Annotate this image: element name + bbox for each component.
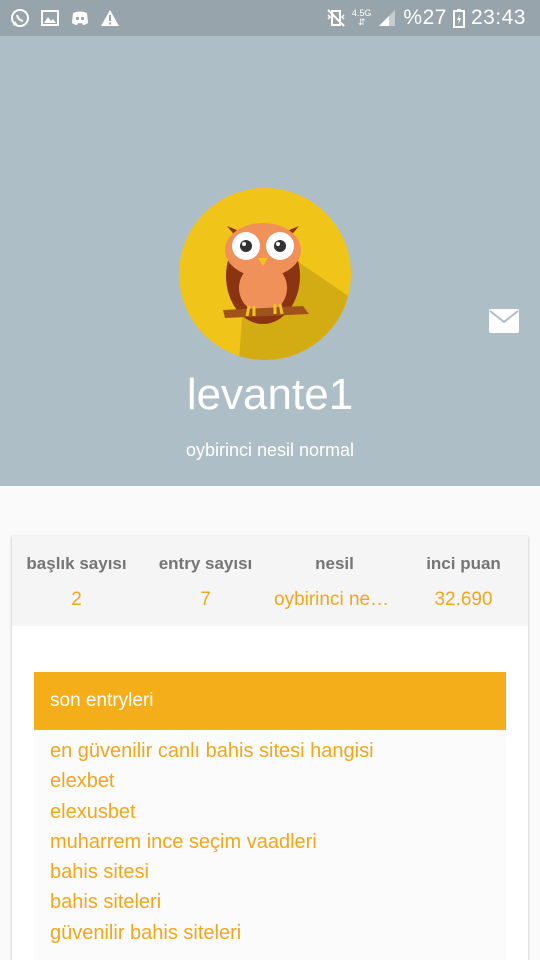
entry-link[interactable]: elexbet [34, 766, 506, 796]
network-type: 4.5G ⇵ [351, 8, 372, 27]
battery-percent: %27 [403, 6, 447, 29]
signal-icon [379, 10, 396, 26]
username: levante1 [186, 370, 354, 419]
profile-card: başlık sayısı 2 entry sayısı 7 nesil oyb… [12, 536, 528, 960]
entry-link[interactable]: muharrem ince seçim vaadleri [34, 827, 506, 857]
entry-link[interactable]: en güvenilir canlı bahis sitesi hangisi [34, 736, 506, 766]
entry-link[interactable]: elexusbet [34, 797, 506, 827]
whatsapp-icon [11, 9, 29, 27]
entries-header: son entryleri [34, 672, 506, 730]
stat-label: entry sayısı [158, 554, 253, 573]
clock: 23:43 [470, 6, 526, 29]
image-icon [41, 10, 59, 26]
stat-value[interactable]: 7 [141, 589, 270, 611]
stat-label: nesil [315, 554, 354, 573]
stat-inci-puan: inci puan 32.690 [399, 536, 528, 626]
entry-link[interactable]: bahis siteleri [34, 887, 506, 917]
battery-icon [452, 9, 465, 28]
stats-row: başlık sayısı 2 entry sayısı 7 nesil oyb… [12, 536, 528, 626]
entries-list: en güvenilir canlı bahis sitesi hangisi … [34, 730, 506, 960]
stat-baslik-sayisi: başlık sayısı 2 [12, 536, 141, 626]
notification-icons [10, 8, 120, 28]
mail-icon[interactable] [488, 308, 520, 334]
entry-link[interactable]: güvenilir bahis siteleri [34, 918, 506, 948]
stat-value[interactable]: 2 [12, 589, 141, 611]
stat-label: başlık sayısı [26, 554, 127, 573]
system-indicators: 4.5G ⇵ %27 23:43 [326, 0, 526, 36]
stat-value: oybirinci nesil normal [274, 589, 399, 610]
stat-entry-sayisi: entry sayısı 7 [141, 536, 270, 626]
stat-value: 32.690 [434, 589, 493, 610]
discord-icon [72, 11, 88, 25]
entry-link[interactable]: bahis sitesi [34, 857, 506, 887]
stat-label: inci puan [426, 554, 501, 573]
warning-icon [101, 10, 119, 26]
status-bar: 4.5G ⇵ %27 23:43 [0, 0, 540, 36]
vibrate-off-icon [327, 9, 345, 27]
profile-header: levante1 oybirinci nesil normal [0, 36, 540, 486]
owl-avatar[interactable] [179, 188, 351, 360]
user-title: oybirinci nesil normal [185, 440, 355, 460]
stat-nesil: nesil oybirinci nesil normal [270, 536, 399, 626]
